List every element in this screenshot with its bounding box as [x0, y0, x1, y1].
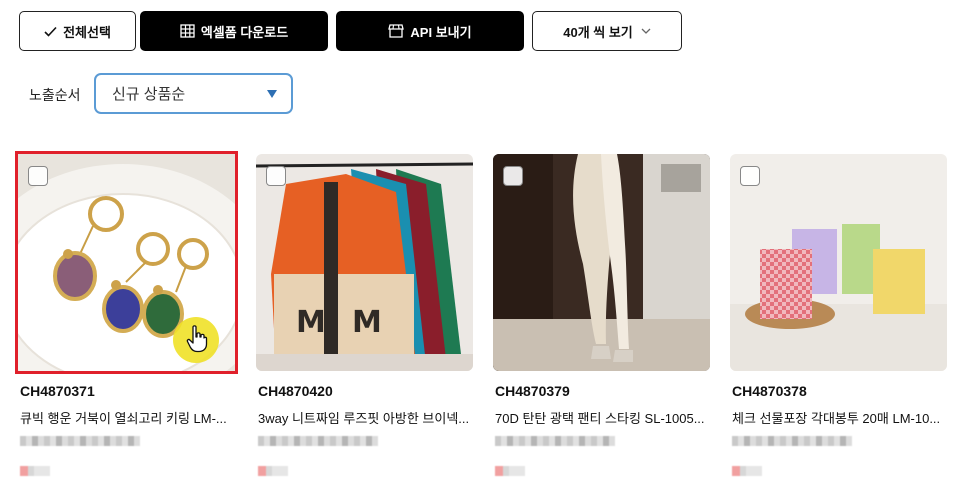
stockings-image[interactable]	[493, 154, 710, 371]
select-checkbox[interactable]	[503, 166, 523, 186]
select-checkbox[interactable]	[28, 166, 48, 186]
mouse-cursor-highlight	[173, 317, 219, 363]
sort-select[interactable]: 신규 상품순	[94, 73, 293, 114]
product-name[interactable]: 체크 선물포장 각대봉투 20매 LM-10...	[732, 408, 947, 427]
product-card[interactable]: CH4870379 70D 탄탄 광택 팬티 스타킹 SL-1005...	[493, 154, 710, 476]
per-page-label: 40개 씩 보기	[563, 24, 633, 40]
hand-pointer-icon	[186, 325, 208, 353]
blurred-price	[258, 436, 378, 446]
gift-bags-image[interactable]	[730, 154, 947, 371]
store-icon	[388, 24, 405, 38]
check-icon	[44, 26, 57, 37]
table-icon	[180, 24, 195, 38]
select-all-label: 전체선택	[63, 24, 111, 40]
product-code[interactable]: CH4870379	[495, 383, 570, 399]
product-name[interactable]: 3way 니트짜임 루즈핏 아방한 브이넥...	[258, 408, 473, 427]
blurred-badge	[258, 466, 288, 476]
blurred-badge	[732, 466, 762, 476]
select-checkbox[interactable]	[740, 166, 760, 186]
product-name[interactable]: 큐빅 행운 거북이 열쇠고리 키링 LM-...	[20, 408, 235, 427]
product-code[interactable]: CH4870378	[732, 383, 807, 399]
blurred-price	[495, 436, 615, 446]
per-page-dropdown[interactable]: 40개 씩 보기	[532, 11, 682, 51]
api-send-label: API 보내기	[410, 24, 472, 40]
blurred-price	[20, 436, 140, 446]
product-card[interactable]: M M CH4870420 3way 니트짜임 루즈핏 아방한 브이넥...	[256, 154, 473, 476]
product-name[interactable]: 70D 탄탄 광택 팬티 스타킹 SL-1005...	[495, 408, 710, 427]
excel-download-label: 엑셀폼 다운로드	[200, 24, 289, 40]
product-code[interactable]: CH4870371	[20, 383, 95, 399]
blurred-badge	[495, 466, 525, 476]
sort-selected-value: 신규 상품순	[112, 86, 186, 103]
svg-text:M: M	[352, 305, 382, 340]
svg-text:M: M	[296, 305, 326, 340]
select-checkbox[interactable]	[266, 166, 286, 186]
blurred-badge	[20, 466, 50, 476]
caret-down-icon	[267, 90, 277, 98]
excel-download-button[interactable]: 엑셀폼 다운로드	[140, 11, 328, 51]
select-all-button[interactable]: 전체선택	[19, 11, 136, 51]
blurred-price	[732, 436, 852, 446]
product-card[interactable]: CH4870378 체크 선물포장 각대봉투 20매 LM-10...	[730, 154, 947, 476]
chevron-down-icon	[641, 28, 651, 34]
sort-label: 노출순서	[29, 87, 81, 103]
product-code[interactable]: CH4870420	[258, 383, 333, 399]
api-send-button[interactable]: API 보내기	[336, 11, 524, 51]
cardigans-image[interactable]: M M	[256, 154, 473, 371]
